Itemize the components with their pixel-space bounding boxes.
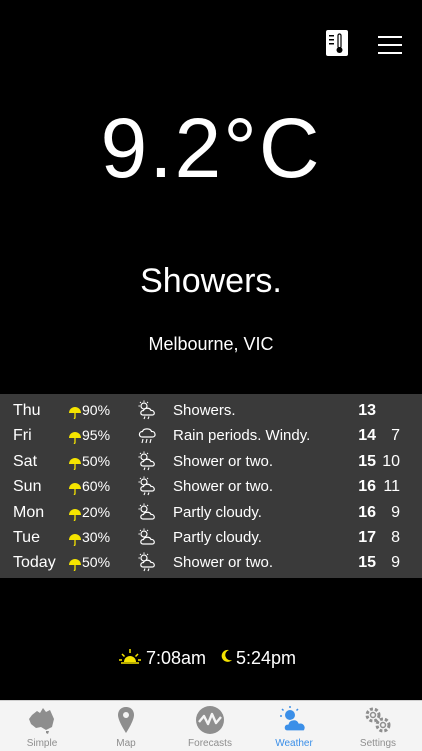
forecast-row[interactable]: Thu 90% Showers. 13	[0, 398, 422, 423]
forecast-description: Showers.	[173, 402, 236, 419]
tab-forecasts[interactable]: Forecasts	[168, 701, 252, 751]
menu-line	[378, 44, 402, 46]
forecast-max-temp: 16	[358, 503, 376, 521]
tab-label: Weather	[275, 738, 313, 749]
forecast-description: Rain periods. Windy.	[173, 427, 311, 445]
forecast-min-temp: 7	[391, 427, 400, 445]
tab-label: Simple	[26, 738, 58, 749]
umbrella-icon	[68, 478, 82, 496]
rain-chance: 20%	[82, 503, 111, 520]
umbrella-icon	[68, 453, 82, 470]
australia-map-icon	[29, 708, 54, 734]
tab-bar: Simple Map Forecasts Weather Settings	[0, 700, 422, 751]
forecast-day: Today	[13, 554, 56, 572]
forecast-day: Thu	[13, 402, 41, 419]
forecast-day: Mon	[13, 503, 45, 521]
forecast-row[interactable]: Sat 50% Shower or two. 15 10	[0, 449, 422, 474]
forecast-row[interactable]: Mon 20% Partly cloudy. 16 9	[0, 500, 422, 525]
forecast-day: Tue	[13, 529, 40, 546]
tab-weather[interactable]: Weather	[252, 701, 336, 751]
forecast-min-temp: 9	[391, 554, 400, 572]
top-bar	[0, 0, 422, 90]
forecast-table: Thu 90% Showers. 13 Fri 95% Rain periods. Wind…	[0, 394, 422, 578]
current-temperature: 9.2°C	[100, 101, 322, 195]
gears-icon	[365, 707, 391, 733]
forecast-min-temp: 9	[391, 503, 400, 521]
menu-button[interactable]	[378, 34, 402, 56]
tab-settings[interactable]: Settings	[336, 701, 420, 751]
tab-label: Settings	[359, 738, 397, 749]
showers-icon	[136, 451, 158, 471]
sunrise-icon	[119, 649, 141, 664]
location-label[interactable]: Melbourne, VIC	[0, 334, 422, 355]
tab-map[interactable]: Map	[84, 701, 168, 751]
umbrella-icon	[68, 427, 82, 445]
forecast-min-temp: 10	[382, 452, 400, 470]
thermometer-button[interactable]	[326, 30, 348, 56]
umbrella-icon	[68, 504, 82, 521]
thermometer-icon	[329, 33, 343, 53]
rain-chance: 50%	[82, 554, 111, 571]
forecast-row[interactable]: Today 50% Shower or two. 15 9	[0, 550, 422, 575]
rain-icon	[136, 425, 158, 445]
tab-label: Forecasts	[188, 738, 232, 749]
rain-chance: 60%	[82, 478, 111, 495]
forecasts-icon	[196, 706, 224, 734]
menu-line	[378, 52, 402, 54]
showers-icon	[136, 552, 158, 572]
map-pin-icon	[118, 707, 134, 733]
sun-times: 7:08am 5:24pm	[0, 646, 422, 674]
forecast-max-temp: 14	[358, 427, 376, 445]
rain-chance: 50%	[82, 452, 111, 469]
forecast-description: Partly cloudy.	[173, 503, 262, 521]
showers-icon	[136, 400, 158, 420]
forecast-max-temp: 15	[358, 452, 376, 470]
sunset-time: 5:24pm	[236, 648, 297, 668]
tab-label: Map	[116, 738, 136, 749]
partly-cloudy-icon	[136, 502, 158, 522]
rain-chance: 95%	[82, 427, 111, 444]
forecast-day: Sat	[13, 452, 38, 470]
forecast-description: Shower or two.	[173, 478, 274, 496]
forecast-day: Fri	[13, 427, 32, 445]
umbrella-icon	[68, 529, 82, 547]
menu-line	[378, 36, 402, 38]
forecast-day: Sun	[13, 478, 42, 496]
forecast-max-temp: 16	[358, 478, 376, 496]
current-condition: Showers.	[140, 262, 282, 300]
forecast-min-temp: 11	[383, 478, 400, 496]
forecast-max-temp: 15	[358, 554, 376, 572]
forecast-min-temp: 8	[391, 529, 400, 546]
forecast-row[interactable]: Sun 60% Shower or two. 16 11	[0, 474, 422, 499]
partly-cloudy-icon	[136, 527, 158, 547]
umbrella-icon	[68, 402, 82, 420]
forecast-description: Partly cloudy.	[173, 529, 262, 546]
forecast-max-temp: 13	[358, 402, 376, 419]
sunrise-time: 7:08am	[146, 648, 207, 668]
forecast-row[interactable]: Tue 30% Partly cloudy. 17 8	[0, 525, 422, 550]
umbrella-icon	[68, 554, 82, 572]
forecast-description: Shower or two.	[173, 554, 274, 572]
forecast-row[interactable]: Fri 95% Rain periods. Windy. 14 7	[0, 423, 422, 448]
cloud-sun-icon	[280, 706, 306, 732]
forecast-description: Shower or two.	[173, 452, 274, 470]
forecast-max-temp: 17	[358, 529, 376, 546]
showers-icon	[136, 476, 158, 496]
rain-chance: 90%	[82, 402, 111, 418]
moon-icon	[221, 649, 232, 662]
rain-chance: 30%	[82, 529, 111, 545]
tab-simple[interactable]: Simple	[0, 701, 84, 751]
